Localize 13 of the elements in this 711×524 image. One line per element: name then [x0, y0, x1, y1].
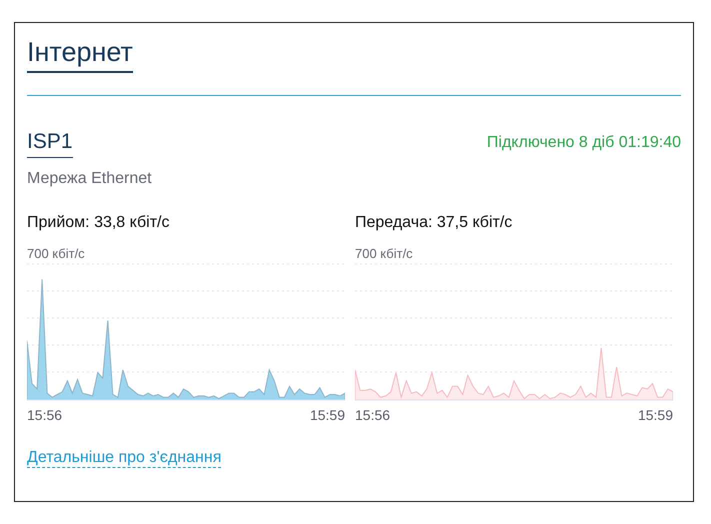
scale-label: 700 кбіт/с	[27, 246, 86, 261]
scale-label: 700 кбіт/с	[355, 246, 414, 261]
traffic-rate: Прийом: 33,8 кбіт/с	[27, 214, 170, 232]
time-label: 15:59	[310, 407, 345, 423]
connection-name: ISP1	[27, 130, 73, 158]
time-label: 15:56	[27, 407, 62, 423]
time-label: 15:56	[355, 407, 390, 423]
network-type: Мережа Ethernet	[27, 170, 153, 188]
page-title: Інтернет	[27, 35, 133, 73]
time-label: 15:59	[638, 407, 673, 423]
connection-status: Підключено 8 діб 01:19:40	[486, 134, 681, 153]
traffic-rate: Передача: 37,5 кбіт/с	[355, 214, 514, 232]
details-link[interactable]: Детальніше про з'єднання	[27, 449, 222, 468]
